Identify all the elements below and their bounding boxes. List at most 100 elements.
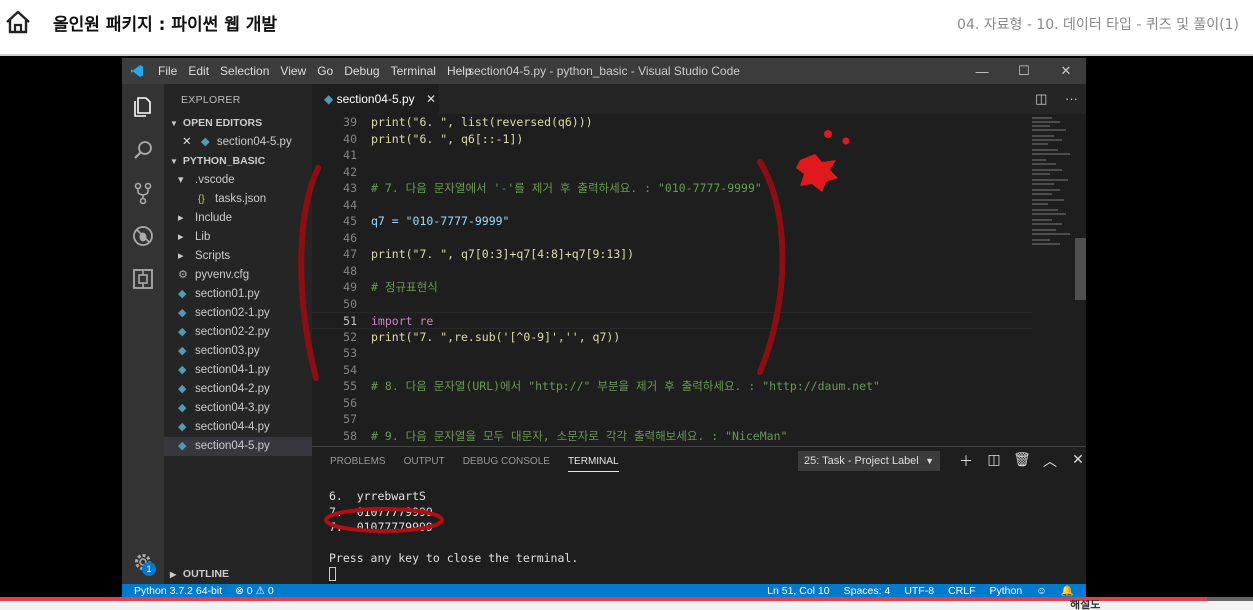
search-icon[interactable] [131, 138, 155, 162]
file-tree-item[interactable]: ◆ section04-1.py [164, 361, 312, 380]
line-number: 43 [343, 181, 357, 195]
menu-view[interactable]: View [280, 64, 306, 78]
debug-icon[interactable] [131, 224, 155, 248]
split-terminal-icon[interactable]: ◫ [980, 451, 1008, 471]
problems-count[interactable]: ⊗ 0 ⚠ 0 [235, 585, 274, 597]
editor-scrollbar[interactable] [1075, 238, 1086, 300]
tab-debug-console[interactable]: DEBUG CONSOLE [463, 456, 550, 472]
file-tree-item[interactable]: ▾ .vscode [164, 171, 312, 190]
menu-help[interactable]: Help [447, 64, 472, 78]
file-tree-item[interactable]: ◆ section04-2.py [164, 380, 312, 399]
file-tree-item[interactable]: ▸ Lib [164, 228, 312, 247]
code-line: 40 print("6. ", q6[::-1]) [312, 131, 1032, 148]
open-editor-item[interactable]: ✕ ◆ section04-5.py [164, 133, 312, 152]
close-icon[interactable]: ✕ [182, 136, 192, 148]
status-right: Ln 51, Col 10 Spaces: 4 UTF-8 CRLF Pytho… [767, 584, 1074, 598]
outline-section[interactable]: ▶ OUTLINE [164, 565, 312, 584]
line-ending[interactable]: CRLF [948, 584, 975, 598]
open-editors-section[interactable]: ▼ OPEN EDITORS [164, 114, 312, 133]
python-file-icon: ◆ [178, 345, 187, 357]
file-tree-item[interactable]: ◆ section02-1.py [164, 304, 312, 323]
python-file-icon: ◆ [178, 421, 187, 433]
tab-problems[interactable]: PROBLEMS [330, 456, 386, 472]
project-section[interactable]: ▼ PYTHON_BASIC [164, 152, 312, 171]
file-tree-label: section04-1.py [195, 364, 270, 376]
file-tree-item[interactable]: ◆ section04-3.py [164, 399, 312, 418]
explorer-icon[interactable] [131, 95, 155, 119]
minimize-button[interactable]: — [962, 58, 1002, 84]
close-tab-icon[interactable]: ✕ [426, 92, 436, 106]
file-tree-item[interactable]: ◆ section03.py [164, 342, 312, 361]
file-tree-label: tasks.json [215, 193, 267, 205]
code-editor[interactable]: 39 print("6. ", list(reversed(q6))) 40 prin… [312, 114, 1032, 500]
menu-selection[interactable]: Selection [220, 64, 269, 78]
file-tree-label: section04-2.py [195, 383, 270, 395]
code-text: q7 = "010-7777-9999" [371, 214, 510, 228]
file-tree-label: pyvenv.cfg [195, 269, 250, 281]
file-tree-item[interactable]: {} tasks.json [164, 190, 312, 209]
tab-section04-5[interactable]: ◆ section04-5.py ✕ [312, 84, 439, 114]
bell-icon[interactable]: 🔔 [1061, 584, 1074, 598]
panel-actions: ＋ ◫ 🗑 ︿ ✕ [952, 451, 1086, 471]
minimap[interactable] [1024, 114, 1086, 500]
tab-terminal[interactable]: TERMINAL [567, 456, 619, 472]
page-header: 올인원 패키지 : 파이썬 웹 개발 04. 자료형 - 10. 데이터 타입 … [0, 0, 1253, 56]
indentation[interactable]: Spaces: 4 [844, 584, 891, 598]
file-tree-item[interactable]: ⚙ pyvenv.cfg [164, 266, 312, 285]
code-text: print("6. ", q6[::-1]) [371, 131, 524, 146]
file-tree-item[interactable]: ▸ Include [164, 209, 312, 228]
line-number: 40 [343, 131, 357, 146]
file-tree-item[interactable]: ◆ section04-4.py [164, 418, 312, 437]
file-tree-item[interactable]: ◆ section04-5.py [164, 437, 312, 456]
python-file-icon: ◆ [178, 383, 187, 395]
chevron-right-icon: ▸ [178, 250, 184, 262]
new-terminal-icon[interactable]: ＋ [952, 451, 980, 471]
open-editors-label: OPEN EDITORS [182, 117, 263, 129]
language-mode[interactable]: Python [989, 584, 1022, 598]
code-line: 39 print("6. ", list(reversed(q6))) [312, 114, 1032, 131]
code-line: 52 print("7. ",re.sub('[^0-9]','', q7)) [312, 329, 1032, 346]
cursor-position[interactable]: Ln 51, Col 10 [767, 584, 829, 598]
trash-icon[interactable]: 🗑 [1008, 451, 1036, 471]
menu-file[interactable]: File [158, 64, 177, 78]
source-control-icon[interactable] [131, 181, 155, 205]
code-line: 51 import re [312, 312, 1032, 329]
code-text: print("6. ", list(reversed(q6))) [371, 115, 593, 129]
line-number: 48 [343, 263, 357, 278]
maximize-button[interactable]: ☐ [1004, 58, 1044, 84]
split-editor-icon[interactable]: ◫ [1035, 91, 1047, 106]
chevron-up-icon[interactable]: ︿ [1036, 451, 1064, 471]
close-window-button[interactable]: ✕ [1046, 58, 1086, 84]
python-file-icon: ◆ [178, 288, 187, 300]
terminal-select[interactable]: 25: Task - Project Label ▼ [798, 451, 940, 471]
code-line: 46 [312, 230, 1032, 247]
file-tree-item[interactable]: ◆ section01.py [164, 285, 312, 304]
file-tree-label: section02-2.py [195, 326, 270, 338]
file-tree-label: section04-3.py [195, 402, 270, 414]
file-tree-item[interactable]: ◆ section02-2.py [164, 323, 312, 342]
menu-bar: File Edit Selection View Go Debug Termin… [158, 64, 483, 78]
more-actions-icon[interactable]: ··· [1065, 91, 1078, 106]
menu-debug[interactable]: Debug [344, 64, 379, 78]
file-tree-item[interactable]: ▸ Scripts [164, 247, 312, 266]
home-icon[interactable] [4, 9, 32, 35]
encoding[interactable]: UTF-8 [904, 584, 934, 598]
menu-terminal[interactable]: Terminal [391, 64, 436, 78]
chevron-down-icon: ▾ [178, 174, 184, 186]
file-tree-label: section02-1.py [195, 307, 270, 319]
code-text: # 9. 다음 문자열을 모두 대문자, 소문자로 각각 출력해보세요. : "… [371, 428, 788, 443]
line-number: 44 [343, 197, 357, 212]
tab-output[interactable]: OUTPUT [404, 456, 445, 472]
terminal-output[interactable]: 6. yrrebwartS 7. 01077779999 7. 0107777999… [329, 489, 578, 582]
smiley-icon[interactable]: ☺ [1036, 584, 1047, 598]
menu-edit[interactable]: Edit [188, 64, 209, 78]
editor-tab-bar: ◆ section04-5.py ✕ ◫ ··· [312, 84, 1086, 114]
menu-go[interactable]: Go [317, 64, 333, 78]
python-interpreter[interactable]: Python 3.7.2 64-bit [134, 585, 222, 597]
code-line: 44 [312, 197, 1032, 214]
python-file-icon: ◆ [178, 326, 187, 338]
close-panel-icon[interactable]: ✕ [1064, 451, 1086, 471]
line-number: 56 [343, 395, 357, 410]
extensions-icon[interactable] [131, 267, 155, 291]
terminal-line: Press any key to close the terminal. [329, 551, 579, 565]
